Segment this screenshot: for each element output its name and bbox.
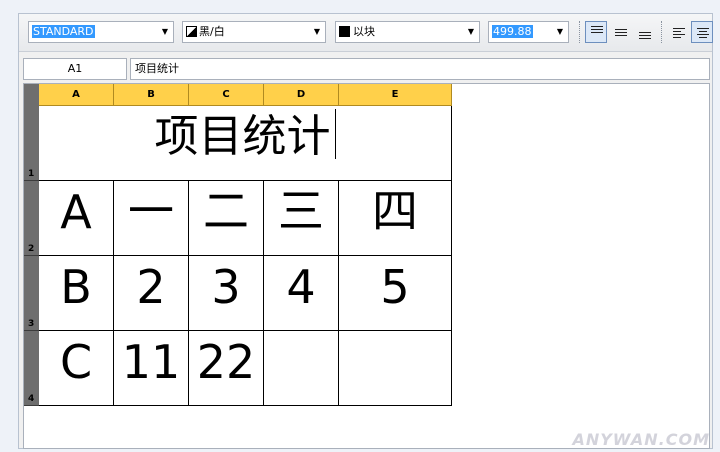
chevron-down-icon: ▼ (556, 27, 564, 36)
color-dropdown[interactable]: 黑/白 ▼ (182, 21, 326, 43)
watermark: ANYWAN.COM (572, 430, 710, 449)
toolbar: STANDARD ▼ 黑/白 ▼ 以块 ▼ 499.88 ▼ (19, 14, 713, 52)
cell-c3[interactable]: 3 (189, 256, 264, 331)
half-color-swatch-icon (186, 26, 197, 37)
cell-reference-box[interactable]: A1 (23, 58, 127, 80)
column-header-e[interactable]: E (339, 84, 452, 106)
align-middle-icon (615, 29, 627, 38)
column-header-c[interactable]: C (189, 84, 264, 106)
align-bottom-icon (639, 32, 651, 41)
solid-color-swatch-icon (339, 26, 350, 37)
align-bottom-button[interactable] (633, 21, 655, 43)
row-header-2[interactable]: 2 (24, 181, 39, 256)
cell-a2[interactable]: A (39, 181, 114, 256)
title-cell-a1[interactable]: 项目统计 (39, 106, 452, 181)
cell-b2[interactable]: 一 (114, 181, 189, 256)
cell-d4[interactable] (264, 331, 339, 406)
row-number: 3 (28, 319, 35, 329)
select-all-corner[interactable] (24, 84, 39, 106)
text-cursor (334, 109, 336, 159)
cell-d2[interactable]: 三 (264, 181, 339, 256)
chevron-down-icon: ▼ (467, 27, 475, 36)
align-center-button[interactable] (691, 21, 713, 43)
formula-input[interactable]: 项目统计 (130, 58, 710, 80)
cell-b4[interactable]: 11 (114, 331, 189, 406)
align-middle-button[interactable] (609, 21, 631, 43)
text-height-dropdown[interactable]: 499.88 ▼ (488, 21, 569, 43)
color-value: 黑/白 (199, 25, 225, 38)
text-style-dropdown[interactable]: STANDARD ▼ (28, 21, 174, 43)
cell-e4[interactable] (339, 331, 452, 406)
cell-d3[interactable]: 4 (264, 256, 339, 331)
formula-bar: A1 项目统计 (19, 58, 712, 80)
linetype-value: 以块 (353, 25, 375, 38)
row-number: 1 (28, 169, 35, 179)
text-height-value: 499.88 (492, 25, 533, 38)
cell-e3[interactable]: 5 (339, 256, 452, 331)
row-header-1[interactable]: 1 (24, 106, 39, 181)
chevron-down-icon: ▼ (313, 27, 321, 36)
column-header-a[interactable]: A (39, 84, 114, 106)
toolbar-separator (661, 21, 663, 43)
cell-a4[interactable]: C (39, 331, 114, 406)
chevron-down-icon: ▼ (161, 27, 169, 36)
align-center-icon (697, 28, 709, 40)
text-style-value: STANDARD (32, 25, 95, 38)
column-header-b[interactable]: B (114, 84, 189, 106)
cell-b3[interactable]: 2 (114, 256, 189, 331)
app-window: STANDARD ▼ 黑/白 ▼ 以块 ▼ 499.88 ▼ A1 项目统计 A… (18, 13, 713, 449)
row-header-4[interactable]: 4 (24, 331, 39, 406)
cell-a3[interactable]: B (39, 256, 114, 331)
row-number: 2 (28, 244, 35, 254)
row-number: 4 (28, 394, 35, 404)
cell-c2[interactable]: 二 (189, 181, 264, 256)
align-left-button[interactable] (667, 21, 689, 43)
spreadsheet-grid[interactable]: A B C D E 1 2 3 4 项目统计 A 一 二 三 四 B 2 3 4… (23, 83, 710, 449)
toolbar-separator (579, 21, 581, 43)
cell-e2[interactable]: 四 (339, 181, 452, 256)
linetype-dropdown[interactable]: 以块 ▼ (335, 21, 480, 43)
align-left-icon (673, 28, 685, 40)
row-header-3[interactable]: 3 (24, 256, 39, 331)
title-text: 项目统计 (154, 111, 331, 162)
column-header-d[interactable]: D (264, 84, 339, 106)
cell-c4[interactable]: 22 (189, 331, 264, 406)
align-top-icon (591, 26, 603, 35)
align-top-button[interactable] (585, 21, 607, 43)
